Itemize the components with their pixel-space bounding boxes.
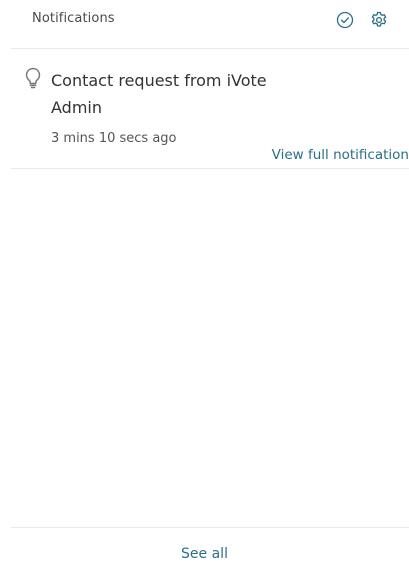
see-all-link[interactable]: See all <box>0 546 409 562</box>
header-actions <box>335 10 389 30</box>
notification-title: Contact request from iVote Admin <box>51 71 267 117</box>
notification-divider <box>11 168 409 169</box>
lightbulb-icon <box>24 67 42 89</box>
notifications-header: Notifications <box>0 0 409 48</box>
footer-divider <box>11 527 409 528</box>
notification-item[interactable]: Contact request from iVote Admin 3 mins … <box>0 49 409 168</box>
notification-timestamp: 3 mins 10 secs ago <box>51 131 177 146</box>
check-circle-icon[interactable] <box>335 10 355 30</box>
notifications-panel: Notifications Contact request from iVote… <box>0 0 409 575</box>
view-full-notification-link[interactable]: View full notification <box>272 147 409 163</box>
header-title: Notifications <box>32 11 115 26</box>
gear-icon[interactable] <box>369 10 389 30</box>
